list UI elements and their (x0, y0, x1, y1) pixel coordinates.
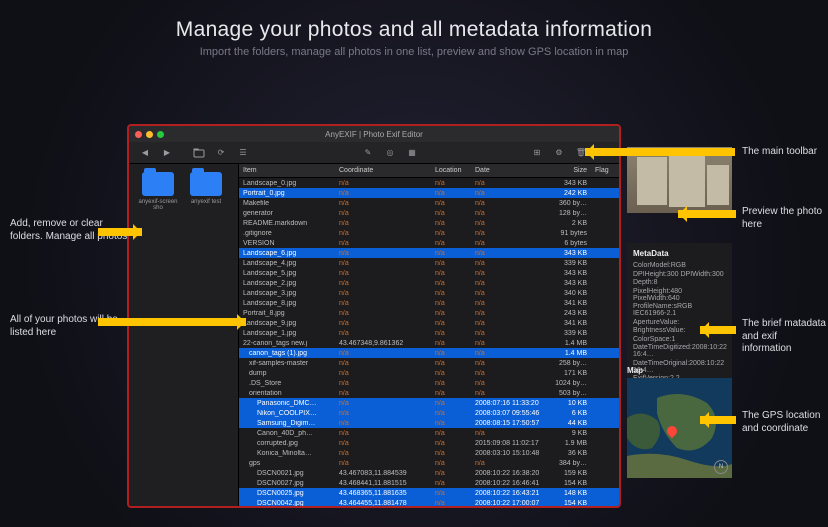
titlebar: AnyEXIF | Photo Exif Editor (129, 126, 619, 142)
callout-metadata: The brief matadata and exif information (742, 318, 828, 356)
map-panel[interactable]: N (627, 378, 732, 478)
refresh-icon[interactable]: ⟳ (215, 147, 227, 159)
table-row[interactable]: VERSIONn/an/an/a6 bytes (239, 238, 619, 248)
table-row[interactable]: README.markdownn/an/an/a2 KB (239, 218, 619, 228)
table-row[interactable]: DSCN0021.jpg43.467083,11.884539n/a2008:1… (239, 468, 619, 478)
metadata-line: ColorModel:RGB (633, 262, 726, 269)
table-header: Item Coordinate Location Date Size Flag (239, 164, 619, 178)
table-row[interactable]: Landscape_9.jpgn/an/an/a341 KB (239, 318, 619, 328)
window-title: AnyEXIF | Photo Exif Editor (129, 130, 619, 139)
table-row[interactable]: Landscape_6.jpgn/an/an/a343 KB (239, 248, 619, 258)
metadata-line: Depth:8 (633, 279, 726, 286)
table-row[interactable]: Landscape_3.jpgn/an/an/a340 KB (239, 288, 619, 298)
metadata-line: DPIHeight:300 DPIWidth:300 (633, 271, 726, 278)
table-row[interactable]: gpsn/an/an/a384 by… (239, 458, 619, 468)
toolbar-forward-icon[interactable]: ▶ (161, 147, 173, 159)
photo-table: Item Coordinate Location Date Size Flag … (239, 164, 619, 506)
table-row[interactable]: Landscape_5.jpgn/an/an/a343 KB (239, 268, 619, 278)
add-folder-icon[interactable] (193, 147, 205, 159)
calendar-icon[interactable]: ▦ (406, 147, 418, 159)
grid-view-icon[interactable]: ⊞ (531, 147, 543, 159)
table-row[interactable]: Portrait_0.jpgn/an/an/a242 KB (239, 188, 619, 198)
arrow-icon (98, 228, 142, 236)
col-flag[interactable]: Flag (591, 164, 619, 177)
table-row[interactable]: Canon_40D_ph…n/an/an/a9 KB (239, 428, 619, 438)
folder-item[interactable]: anyexif-screensho (137, 172, 179, 211)
table-row[interactable]: orientationn/an/an/a503 by… (239, 388, 619, 398)
col-coord[interactable]: Coordinate (335, 164, 431, 177)
table-row[interactable]: canon_tags (1).jpgn/an/an/a1.4 MB (239, 348, 619, 358)
table-row[interactable]: corrupted.jpgn/an/a2015:09:08 11:02:171.… (239, 438, 619, 448)
folder-sidebar: anyexif-screensho anyexif test (129, 164, 239, 506)
compass-icon[interactable]: N (714, 460, 728, 474)
table-row[interactable]: Konica_Minolta…n/an/a2008:03:10 15:10:48… (239, 448, 619, 458)
table-row[interactable]: .gitignoren/an/an/a91 bytes (239, 228, 619, 238)
folder-label: anyexif-screensho (137, 199, 179, 211)
col-size[interactable]: Size (551, 164, 591, 177)
callout-gps: The GPS location and coordinate (742, 410, 828, 435)
table-row[interactable]: .DS_Storen/an/an/a1024 by… (239, 378, 619, 388)
col-date[interactable]: Date (471, 164, 551, 177)
table-body[interactable]: Landscape_0.jpgn/an/an/a343 KBPortrait_0… (239, 178, 619, 506)
arrow-icon (678, 210, 736, 218)
folder-label: anyexif test (185, 199, 227, 205)
table-row[interactable]: Landscape_8.jpgn/an/an/a341 KB (239, 298, 619, 308)
list-icon[interactable]: ☰ (237, 147, 249, 159)
table-row[interactable]: xif-samples-mastern/an/an/a258 by… (239, 358, 619, 368)
map-title: Map (627, 366, 643, 375)
metadata-line: DateTimeOriginal:2008:10:22 16:4… (633, 360, 726, 374)
metadata-line: PixelHeight:480 PixelWidth:640 (633, 288, 726, 302)
hero-title: Manage your photos and all metadata info… (0, 18, 828, 42)
table-row[interactable]: 22-canon_tags new.j43.467348,9.861362n/a… (239, 338, 619, 348)
folder-icon (190, 172, 222, 196)
table-row[interactable]: DSCN0025.jpg43.468365,11.881635n/a2008:1… (239, 488, 619, 498)
arrow-icon (700, 416, 736, 424)
metadata-line: ApertureValue: (633, 319, 726, 326)
arrow-icon (585, 148, 735, 156)
arrow-icon (700, 326, 736, 334)
folder-item[interactable]: anyexif test (185, 172, 227, 205)
arrow-icon (98, 318, 246, 326)
folder-icon (142, 172, 174, 196)
table-row[interactable]: Panasonic_DMC…n/an/a2008:07:16 11:33:201… (239, 398, 619, 408)
col-item[interactable]: Item (239, 164, 335, 177)
table-row[interactable]: Makefilen/an/an/a360 by… (239, 198, 619, 208)
table-row[interactable]: Nikon_COOLPIX…n/an/a2008:03:07 09:55:466… (239, 408, 619, 418)
table-row[interactable]: DSCN0027.jpg43.468441,11.881515n/a2008:1… (239, 478, 619, 488)
metadata-line: ColorSpace:1 (633, 336, 726, 343)
table-row[interactable]: Landscape_2.jpgn/an/an/a343 KB (239, 278, 619, 288)
table-row[interactable]: Landscape_0.jpgn/an/an/a343 KB (239, 178, 619, 188)
toolbar-back-icon[interactable]: ◀ (139, 147, 151, 159)
col-loc[interactable]: Location (431, 164, 471, 177)
metadata-title: MetaData (633, 249, 726, 258)
table-row[interactable]: DSCN0042.jpg43.464455,11.881478n/a2008:1… (239, 498, 619, 506)
table-row[interactable]: Landscape_4.jpgn/an/an/a339 KB (239, 258, 619, 268)
metadata-line: DateTimeDigitized:2008:10:22 16:4… (633, 344, 726, 358)
callout-preview: Preview the photo here (742, 206, 828, 231)
table-row[interactable]: Portrait_8.jpgn/an/an/a243 KB (239, 308, 619, 318)
table-row[interactable]: Samsung_Digim…n/an/a2008:08:15 17:50:574… (239, 418, 619, 428)
preview-panel (627, 147, 732, 213)
table-row[interactable]: dumpn/an/an/a171 KB (239, 368, 619, 378)
hero-subtitle: Import the folders, manage all photos in… (0, 46, 828, 58)
callout-toolbar: The main toolbar (742, 146, 817, 159)
metadata-line: ProfileName:sRGB IEC61966-2.1 (633, 303, 726, 317)
settings-icon[interactable]: ⚙ (553, 147, 565, 159)
edit-icon[interactable]: ✎ (362, 147, 374, 159)
table-row[interactable]: generatorn/an/an/a128 by… (239, 208, 619, 218)
toolbar: ◀ ▶ ⟳ ☰ ✎ ◎ ▦ ⊞ ⚙ 🗑 ⓘ (129, 142, 619, 164)
table-row[interactable]: Landscape_1.jpgn/an/an/a339 KB (239, 328, 619, 338)
location-icon[interactable]: ◎ (384, 147, 396, 159)
app-window: AnyEXIF | Photo Exif Editor ◀ ▶ ⟳ ☰ ✎ ◎ … (127, 124, 621, 508)
